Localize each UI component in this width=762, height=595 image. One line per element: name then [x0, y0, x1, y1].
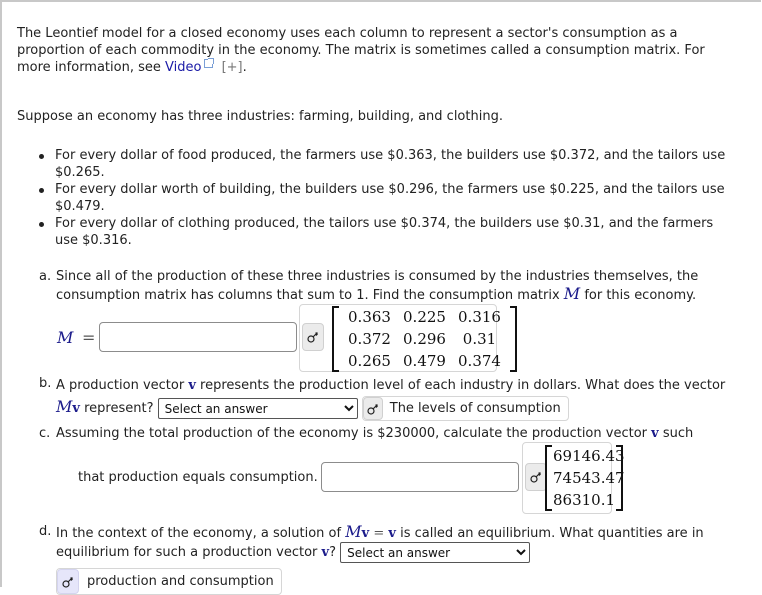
part-c-label: c. [39, 426, 51, 441]
vector-entry: 74543.47 [553, 468, 625, 487]
question-content: The Leontief model for a closed economy … [17, 25, 732, 595]
part-d-label: d. [39, 524, 52, 539]
m-input-label: M [57, 328, 74, 347]
intro-paragraph: The Leontief model for a closed economy … [17, 26, 705, 75]
part-d-select[interactable]: Select an answer [340, 542, 531, 563]
part-d-answer: production and consumption [56, 568, 282, 595]
part-a-label: a. [39, 269, 52, 284]
part-a: a. Since all of the production of these … [17, 268, 732, 372]
vector-entry: 69146.43 [553, 446, 625, 465]
part-d: d. In the context of the economy, a solu… [17, 523, 732, 595]
part-c: c. Assuming the total production of the … [17, 425, 732, 514]
vector-answer-box: 69146.43 74543.47 86310.1 [522, 442, 625, 514]
key-icon[interactable] [57, 569, 79, 594]
part-b-answer: The levels of consumption [361, 396, 569, 421]
matrix-answer-box: 0.363 0.225 0.316 0.372 0.296 0.31 0.265… [299, 304, 517, 372]
matrix-row: 0.265 0.479 0.374 [348, 351, 501, 370]
part-b: b. A production vector v represents the … [17, 375, 732, 421]
matrix-input[interactable] [99, 322, 297, 352]
matrix-row: 0.372 0.296 0.31 [348, 329, 497, 348]
intro-text: The Leontief model for a closed economy … [17, 26, 705, 75]
answer-vector: 69146.43 74543.47 86310.1 [545, 445, 625, 511]
list-item: For every dollar of clothing produced, t… [39, 215, 732, 249]
part-b-label: b. [39, 376, 52, 391]
external-link-icon [204, 58, 215, 68]
setup-text: Suppose an economy has three industries:… [17, 109, 503, 124]
list-item: For every dollar of food produced, the f… [39, 147, 732, 181]
list-item: For every dollar worth of building, the … [39, 181, 732, 215]
video-link[interactable]: Video [165, 60, 201, 75]
matrix-variable: M [563, 284, 581, 303]
key-icon[interactable] [525, 463, 547, 491]
answer-matrix: 0.363 0.225 0.316 0.372 0.296 0.31 0.265… [332, 306, 517, 372]
key-icon[interactable] [362, 397, 383, 420]
part-b-select[interactable]: Select an answer [157, 398, 358, 419]
key-icon[interactable] [302, 323, 324, 351]
bullet-list: For every dollar of food produced, the f… [17, 147, 732, 249]
expand-toggle[interactable]: [+] [222, 60, 243, 75]
matrix-row: 0.363 0.225 0.316 [348, 307, 501, 326]
vector-input[interactable] [321, 462, 519, 492]
vector-entry: 86310.1 [553, 490, 616, 509]
